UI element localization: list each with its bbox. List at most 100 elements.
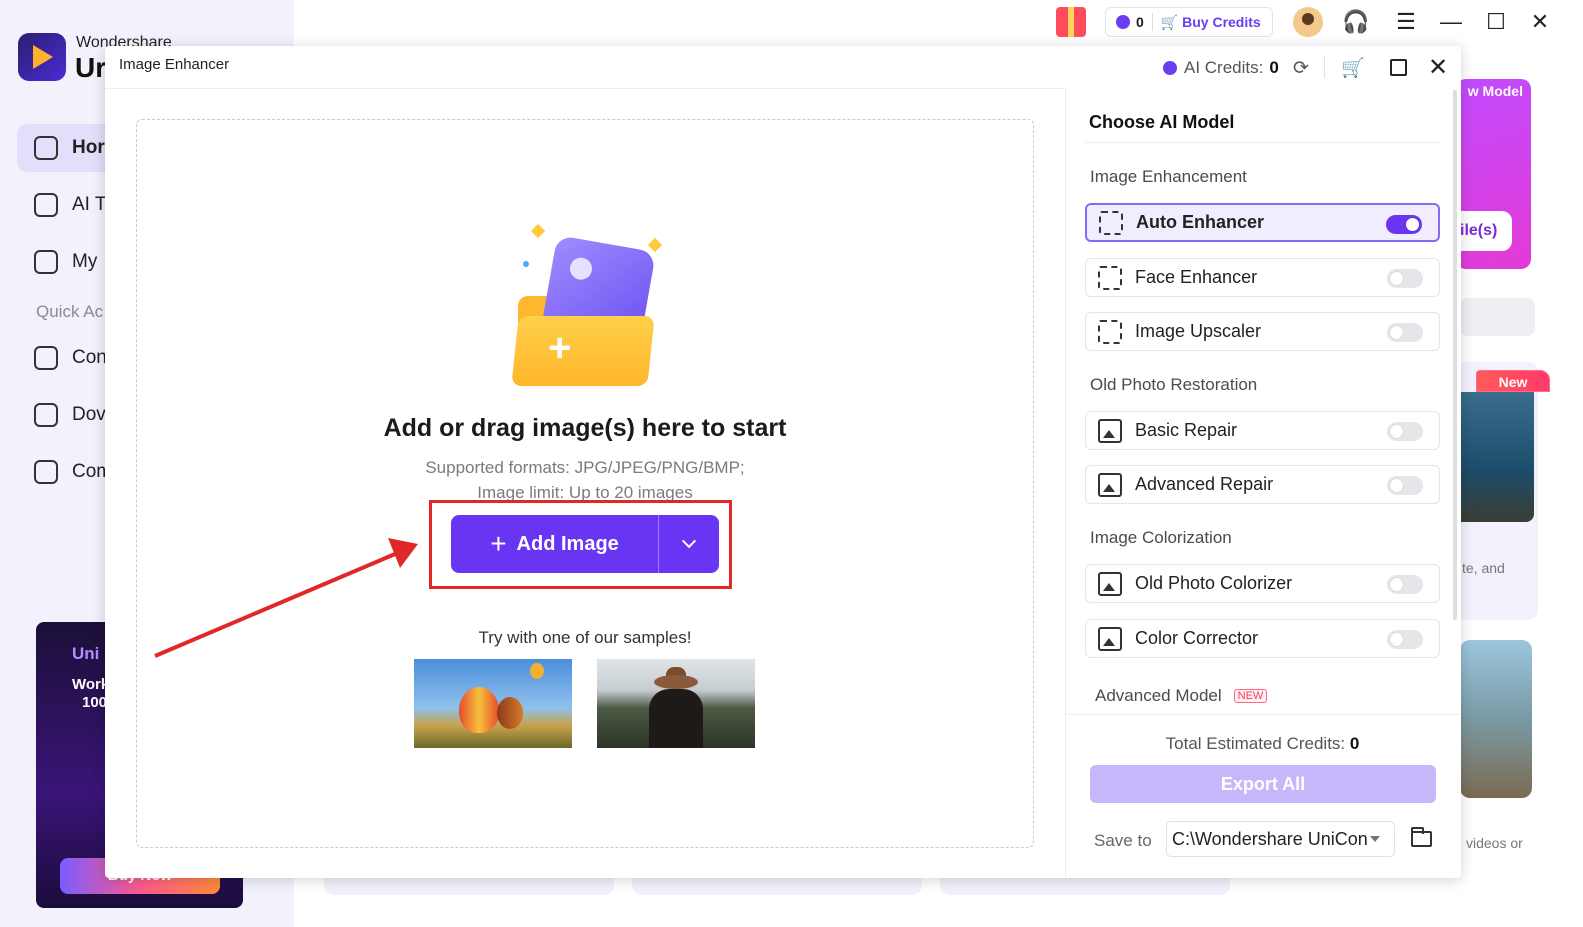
home-icon (34, 136, 58, 160)
export-all-button[interactable]: Export All (1090, 765, 1436, 803)
divider (1324, 56, 1325, 78)
auto-enhance-icon (1099, 210, 1123, 235)
model-basic-repair[interactable]: Basic Repair (1085, 411, 1440, 450)
model-label: Face Enhancer (1135, 267, 1258, 287)
close-icon[interactable]: ✕ (1428, 53, 1448, 82)
card-bar (1460, 298, 1535, 336)
feature-card[interactable]: w Model ile(s) (1456, 79, 1531, 269)
figure-body (649, 689, 703, 748)
divider (1065, 88, 1066, 878)
model-old-photo-colorizer[interactable]: Old Photo Colorizer (1085, 564, 1440, 603)
credit-count: 0 (1136, 14, 1144, 30)
sidebar-item-label: Hor (72, 137, 105, 158)
card-image (1460, 392, 1534, 522)
ai-credits-label: AI Credits: (1184, 58, 1264, 77)
image-upscaler-toggle[interactable] (1387, 323, 1423, 342)
model-label: Old Photo Colorizer (1135, 573, 1293, 593)
model-face-enhancer[interactable]: Face Enhancer (1085, 258, 1440, 297)
sample-image-balloons[interactable] (414, 659, 572, 748)
card-bottom (324, 875, 614, 895)
basic-repair-toggle[interactable] (1387, 422, 1423, 441)
model-advanced-repair[interactable]: Advanced Repair (1085, 465, 1440, 504)
dialog-title: Image Enhancer (119, 56, 230, 73)
section-image-colorization: Image Colorization (1090, 528, 1232, 547)
save-path-select[interactable]: C:\Wondershare UniCon (1166, 821, 1395, 857)
card-text: te, and (1462, 560, 1505, 576)
sample-image-person[interactable] (597, 659, 755, 748)
buy-credits-button[interactable]: 🛒 Buy Credits (1161, 14, 1261, 31)
cart-icon[interactable]: 🛒 (1341, 56, 1365, 80)
menu-icon[interactable]: ☰ (1392, 8, 1420, 36)
credit-coin-icon (1116, 15, 1130, 29)
total-label: Total Estimated Credits: (1165, 734, 1346, 753)
model-color-corrector[interactable]: Color Corrector (1085, 619, 1440, 658)
model-label: Basic Repair (1135, 420, 1238, 440)
total-value: 0 (1349, 734, 1360, 753)
section-old-photo-restoration: Old Photo Restoration (1090, 375, 1258, 394)
maximize-icon[interactable] (1390, 59, 1407, 76)
photo-repair-icon (1098, 418, 1122, 443)
photo-repair-icon (1098, 472, 1122, 497)
panel-title: Choose AI Model (1089, 112, 1235, 132)
folder-icon (511, 316, 655, 386)
maximize-icon[interactable]: ☐ (1482, 8, 1510, 36)
sidebar-item-label: Con (72, 347, 107, 368)
model-auto-enhancer[interactable]: Auto Enhancer (1085, 203, 1440, 242)
sparkle-icon (647, 237, 663, 253)
promo-title: Uni (72, 644, 100, 663)
headset-icon[interactable]: 🎧 (1342, 8, 1370, 36)
refresh-icon[interactable]: ⟳ (1293, 57, 1309, 80)
buy-credits-label: Buy Credits (1182, 13, 1261, 30)
card-tag: w Model (1467, 83, 1523, 99)
app-logo (18, 33, 66, 81)
section-label: Advanced Model (1095, 686, 1222, 705)
card-text: videos or (1466, 835, 1523, 851)
avatar[interactable] (1293, 7, 1323, 37)
brand-name-big: Ur (75, 52, 107, 83)
new-badge: New (1476, 370, 1550, 392)
ai-tools-icon (34, 193, 58, 217)
upscale-icon (1098, 319, 1122, 344)
model-label: Advanced Repair (1135, 474, 1274, 494)
dot-icon (523, 261, 529, 267)
model-label: Image Upscaler (1135, 321, 1262, 341)
divider (105, 88, 1065, 89)
balloon (459, 687, 499, 733)
samples-label: Try with one of our samples! (478, 628, 692, 647)
face-scan-icon (1098, 265, 1122, 290)
figure-hat (654, 675, 698, 689)
sparkle-icon (530, 223, 546, 239)
close-icon[interactable]: ✕ (1526, 8, 1554, 36)
divider (1085, 142, 1440, 143)
auto-enhancer-toggle[interactable] (1386, 215, 1422, 234)
supported-formats: Supported formats: JPG/JPEG/PNG/BMP; (425, 458, 745, 477)
model-label: Color Corrector (1135, 628, 1259, 648)
advanced-repair-toggle[interactable] (1387, 476, 1423, 495)
ai-credits: AI Credits: 0 (1163, 58, 1279, 78)
color-corrector-toggle[interactable] (1387, 630, 1423, 649)
download-icon (34, 403, 58, 427)
folder-icon[interactable] (1411, 827, 1432, 847)
file-icon (34, 250, 58, 274)
folder-image-illustration: + (511, 223, 665, 391)
card-bottom (940, 875, 1230, 895)
promo-line: Work (72, 676, 110, 693)
credits-pill[interactable]: 0 🛒 Buy Credits (1105, 7, 1273, 37)
quick-access-heading: Quick Ac (36, 302, 104, 321)
model-label: Auto Enhancer (1136, 212, 1265, 232)
scrollbar[interactable] (1453, 90, 1457, 620)
section-advanced-model: Advanced Model NEW (1095, 686, 1268, 706)
feature-card[interactable]: New te, and (1456, 362, 1550, 620)
balloon (530, 663, 544, 679)
drop-zone-title: Add or drag image(s) here to start (383, 414, 787, 442)
model-image-upscaler[interactable]: Image Upscaler (1085, 312, 1440, 351)
old-photo-colorizer-toggle[interactable] (1387, 575, 1423, 594)
ai-credits-value: 0 (1269, 58, 1279, 77)
face-enhancer-toggle[interactable] (1387, 269, 1423, 288)
color-correct-icon (1098, 626, 1122, 651)
caret-down-icon (1370, 836, 1380, 842)
minimize-icon[interactable]: — (1437, 8, 1465, 36)
card-bottom (632, 875, 922, 895)
card-button[interactable]: ile(s) (1456, 211, 1512, 251)
gift-icon[interactable] (1056, 7, 1086, 37)
